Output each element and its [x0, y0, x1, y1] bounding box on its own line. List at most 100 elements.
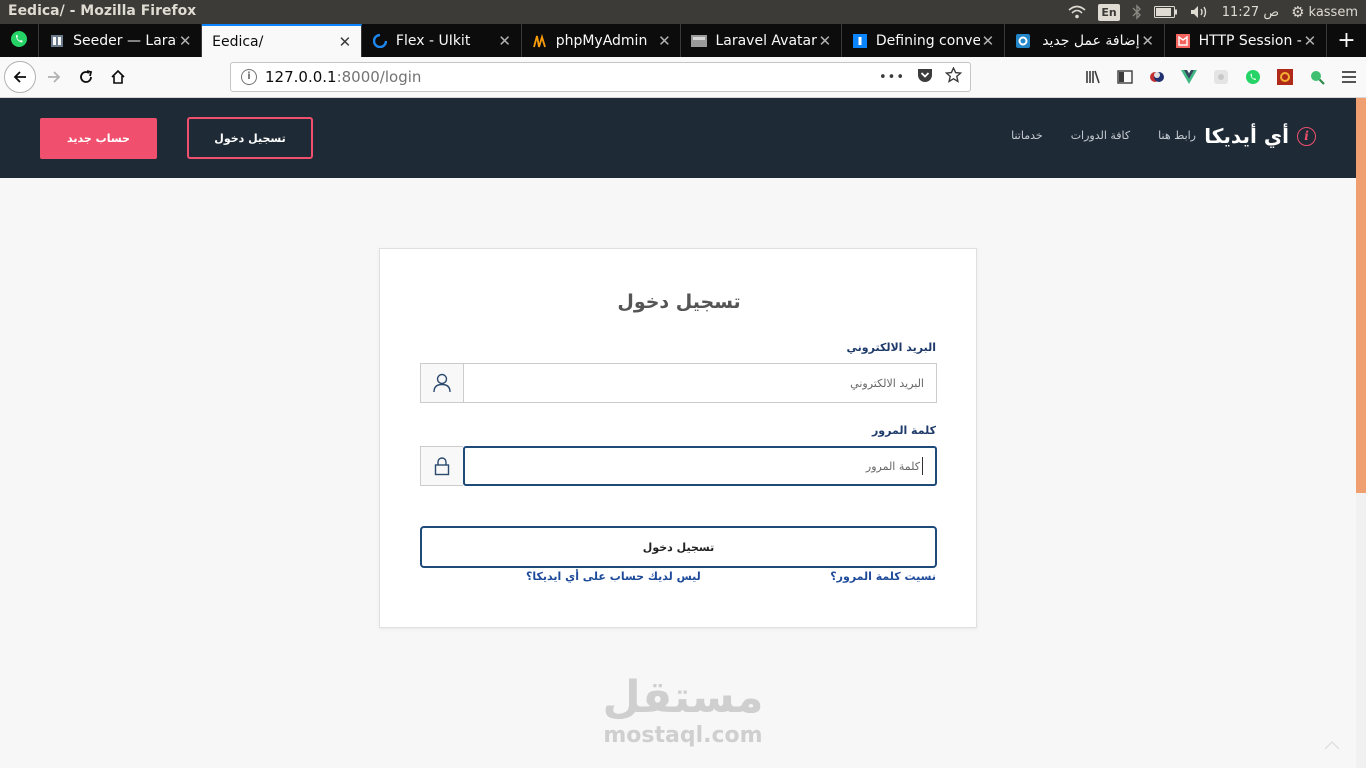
forgot-password-link[interactable]: نسيت كلمة المرور؟ — [830, 570, 936, 583]
document-icon — [49, 33, 65, 49]
tab-eedica[interactable]: Eedica/ ✕ — [202, 24, 362, 57]
login-card: تسجيل دخول البريد الالكتروني البريد الال… — [379, 248, 977, 628]
watermark-latin: mostaql.com — [603, 723, 763, 748]
tab-title: Eedica/ — [212, 33, 264, 50]
password-label: كلمة المرور — [871, 424, 936, 437]
brand-logo[interactable]: i أي أيديكا — [1204, 124, 1316, 148]
forward-button[interactable] — [38, 61, 70, 93]
tab-uikit[interactable]: Flex - UIkit ✕ — [362, 24, 522, 57]
pinned-tab-whatsapp[interactable] — [0, 24, 40, 57]
tab-laravel-avatar[interactable]: Laravel Avatar ✕ — [681, 24, 842, 57]
user-icon — [420, 363, 463, 403]
tab-title: Laravel Avatar — [715, 32, 817, 49]
tab-title: Seeder — Laravel — [73, 32, 177, 49]
tab-title: Flex - UIkit — [395, 32, 471, 49]
no-account-link[interactable]: ليس لديك حساب على أي ايديكا؟ — [526, 570, 701, 583]
system-tray: En 11:27 ص ⚙ kassem — [1068, 2, 1358, 22]
password-field[interactable]: كلمة المرور — [463, 446, 937, 486]
close-icon[interactable]: ✕ — [337, 33, 353, 51]
email-label: البريد الالكتروني — [846, 341, 936, 354]
hamburger-menu-icon[interactable] — [1340, 68, 1358, 86]
tab-title: phpMyAdmin — [555, 32, 648, 49]
login-title: تسجيل دخول — [617, 291, 741, 313]
extension-globe-icon[interactable] — [1148, 68, 1166, 86]
bluetooth-icon[interactable] — [1132, 2, 1142, 22]
brand-name: أي أيديكا — [1204, 124, 1289, 148]
close-icon[interactable]: ✕ — [656, 32, 672, 50]
tab-seeder[interactable]: Seeder — Laravel ✕ — [39, 24, 203, 57]
text-caret — [922, 457, 923, 475]
new-tab-button[interactable]: + — [1327, 24, 1366, 57]
clock[interactable]: 11:27 ص — [1222, 2, 1279, 22]
search-extension-icon[interactable] — [1308, 68, 1326, 86]
tab-title: إضافة عمل جديد — [1042, 32, 1140, 49]
extension-gear-icon[interactable] — [1276, 68, 1294, 86]
tab-strip: Seeder — Laravel ✕ Eedica/ ✕ Flex - UIki… — [0, 24, 1366, 57]
close-icon[interactable]: ✕ — [1302, 32, 1318, 50]
reload-button[interactable] — [70, 61, 102, 93]
arrow-right-icon — [48, 71, 61, 83]
page-actions-button[interactable]: ••• — [879, 70, 905, 85]
pocket-icon[interactable] — [917, 68, 933, 87]
brand-info-icon: i — [1297, 126, 1316, 146]
nav-link-services[interactable]: خدماتنا — [1011, 129, 1043, 142]
close-icon[interactable]: ✕ — [980, 32, 996, 50]
scrollbar-thumb[interactable] — [1356, 98, 1366, 493]
tab-title: HTTP Session - — [1198, 32, 1302, 49]
battery-icon[interactable] — [1153, 2, 1178, 22]
docs-icon — [852, 33, 868, 49]
password-placeholder: كلمة المرور — [865, 459, 920, 473]
nav-link-contact[interactable]: رابط هنا — [1158, 129, 1196, 142]
vue-devtools-icon[interactable] — [1180, 68, 1198, 86]
user-name: kassem — [1308, 4, 1358, 20]
tab-defining-conventions[interactable]: Defining conve ✕ — [842, 24, 1005, 57]
sidebar-icon[interactable] — [1116, 68, 1134, 86]
blue-square-icon — [1015, 33, 1031, 49]
uikit-icon — [372, 33, 388, 49]
site-header: حساب جديد تسجيل دخول رابط هنا كافة الدور… — [0, 98, 1356, 178]
password-input-group: كلمة المرور — [420, 446, 937, 486]
extension-grid-icon[interactable] — [1212, 68, 1230, 86]
bookmark-star-icon[interactable] — [944, 66, 963, 87]
chevron-up-icon[interactable] — [1324, 738, 1340, 754]
url-host: 127.0.0.1 — [265, 68, 337, 86]
back-button[interactable] — [4, 61, 36, 93]
tab-http-session[interactable]: HTTP Session - ✕ — [1165, 24, 1327, 57]
email-field[interactable]: البريد الالكتروني — [463, 363, 937, 403]
wifi-icon[interactable] — [1068, 2, 1086, 22]
url-actions: ••• — [879, 66, 963, 87]
clock-time: 11:27 — [1221, 4, 1260, 20]
image-icon — [691, 33, 708, 49]
reload-icon — [80, 70, 93, 83]
toolbar-icons — [1084, 68, 1358, 86]
main-nav: رابط هنا كافة الدورات خدماتنا — [1011, 129, 1196, 142]
laravel-icon — [1175, 33, 1191, 49]
page-scrollbar[interactable] — [1356, 98, 1366, 768]
whatsapp-extension-icon[interactable] — [1244, 68, 1262, 86]
phpmyadmin-icon — [532, 33, 548, 49]
info-icon[interactable]: i — [241, 69, 257, 85]
nav-link-all-courses[interactable]: كافة الدورات — [1071, 129, 1130, 142]
navigation-toolbar: i 127.0.0.1:8000/login ••• — [0, 57, 1366, 98]
os-top-bar: Eedica/ - Mozilla Firefox En 11:27 ص ⚙ ka… — [0, 0, 1366, 24]
library-icon[interactable] — [1084, 68, 1102, 86]
tab-phpmyadmin[interactable]: phpMyAdmin ✕ — [522, 24, 682, 57]
close-icon[interactable]: ✕ — [177, 32, 193, 50]
close-icon[interactable]: ✕ — [817, 32, 833, 50]
user-menu[interactable]: ⚙ kassem — [1291, 2, 1358, 22]
volume-icon[interactable] — [1190, 2, 1210, 22]
arrow-left-icon — [13, 71, 26, 83]
address-bar[interactable]: i 127.0.0.1:8000/login ••• — [230, 62, 971, 92]
keyboard-layout-indicator[interactable]: En — [1098, 3, 1120, 21]
clock-ampm: ص — [1263, 4, 1280, 20]
login-submit-button[interactable]: تسجيل دخول — [420, 526, 937, 568]
register-button[interactable]: حساب جديد — [40, 118, 157, 159]
tab-mostaql-new-work[interactable]: إضافة عمل جديد ✕ — [1005, 24, 1165, 57]
close-icon[interactable]: ✕ — [1140, 32, 1156, 50]
close-icon[interactable]: ✕ — [497, 32, 513, 50]
home-button[interactable] — [102, 61, 134, 93]
home-icon — [111, 69, 125, 84]
watermark-arabic: مستقل — [602, 672, 764, 723]
mostaql-watermark: مستقل mostaql.com — [600, 673, 766, 749]
header-login-button[interactable]: تسجيل دخول — [187, 117, 313, 159]
